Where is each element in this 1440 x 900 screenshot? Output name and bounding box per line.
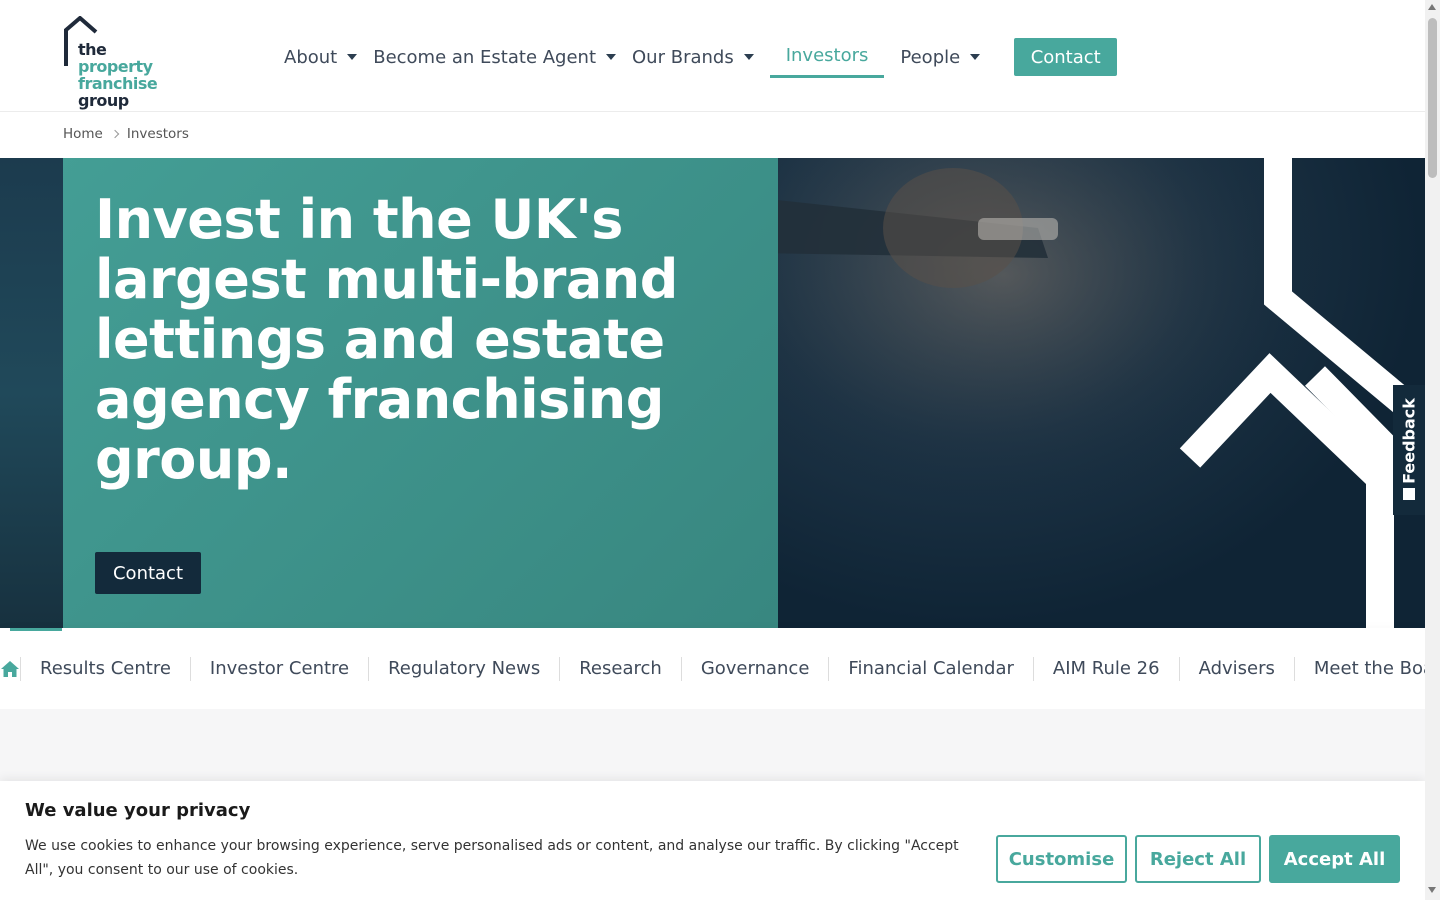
nav-item-become-an-estate-agent[interactable]: Become an Estate Agent bbox=[365, 36, 624, 78]
caret-down-icon bbox=[743, 54, 754, 60]
breadcrumb-home-link[interactable]: Home bbox=[63, 126, 103, 142]
scroll-down-arrow-icon[interactable] bbox=[1428, 887, 1436, 893]
home-icon bbox=[1, 660, 19, 677]
subnav-item-results-centre[interactable]: Results Centre bbox=[20, 656, 190, 681]
breadcrumb-current: Investors bbox=[126, 126, 189, 142]
subnav-home-link[interactable] bbox=[0, 628, 62, 709]
decorative-lines-graphic bbox=[1179, 158, 1425, 628]
nav-item-label: People bbox=[900, 46, 961, 68]
caret-down-icon bbox=[970, 54, 981, 60]
nav-item-investors[interactable]: Investors bbox=[769, 36, 885, 78]
hero-section: Invest in the UK's largest multi-brand l… bbox=[0, 158, 1425, 628]
nav-item-label: Become an Estate Agent bbox=[373, 46, 597, 68]
nav-item-label: Our Brands bbox=[632, 46, 734, 68]
feedback-label: Feedback bbox=[1399, 398, 1419, 484]
cookie-banner: We value your privacy We use cookies to … bbox=[0, 781, 1425, 900]
reject-all-button[interactable]: Reject All bbox=[1135, 835, 1261, 883]
logo-word-group: group bbox=[78, 91, 129, 110]
accept-all-button[interactable]: Accept All bbox=[1269, 835, 1400, 883]
subnav-item-regulatory-news[interactable]: Regulatory News bbox=[368, 656, 559, 681]
page-scrollbar[interactable] bbox=[1425, 0, 1440, 900]
chevron-right-icon bbox=[110, 129, 120, 139]
cookie-text: We use cookies to enhance your browsing … bbox=[25, 838, 959, 878]
nav-item-label: About bbox=[284, 46, 338, 68]
subnav-item-research[interactable]: Research bbox=[559, 656, 681, 681]
scrollbar-thumb[interactable] bbox=[1428, 18, 1437, 178]
caret-down-icon bbox=[347, 54, 358, 60]
nav-contact-button[interactable]: Contact bbox=[1014, 38, 1118, 76]
customise-button[interactable]: Customise bbox=[996, 835, 1127, 883]
hero-panel: Invest in the UK's largest multi-brand l… bbox=[63, 158, 778, 628]
hero-contact-button[interactable]: Contact bbox=[95, 552, 201, 594]
subnav-item-meet-the-board[interactable]: Meet the Board bbox=[1293, 656, 1440, 681]
subnav-item-investor-centre[interactable]: Investor Centre bbox=[189, 656, 368, 681]
subnav-item-aim-rule-26[interactable]: AIM Rule 26 bbox=[1032, 656, 1179, 681]
breadcrumb: Home Investors bbox=[63, 126, 189, 142]
nav-item-our-brands[interactable]: Our Brands bbox=[624, 36, 762, 78]
hero-background-image bbox=[0, 158, 63, 628]
investor-subnav: Results Centre Investor Centre Regulator… bbox=[0, 628, 1440, 709]
cookie-title: We value your privacy bbox=[25, 800, 251, 821]
hero-title: Invest in the UK's largest multi-brand l… bbox=[95, 188, 678, 491]
subnav-item-financial-calendar[interactable]: Financial Calendar bbox=[828, 656, 1032, 681]
scroll-up-arrow-icon[interactable] bbox=[1428, 4, 1436, 10]
site-logo[interactable]: the property franchise group bbox=[62, 16, 182, 109]
nav-item-people[interactable]: People bbox=[892, 36, 988, 78]
nav-item-about[interactable]: About bbox=[276, 36, 365, 78]
subnav-item-advisers[interactable]: Advisers bbox=[1178, 656, 1294, 681]
logo-text: the property franchise group bbox=[78, 41, 182, 109]
feedback-icon bbox=[1403, 488, 1415, 500]
logo-word-franchise: franchise bbox=[78, 74, 158, 93]
feedback-tab[interactable]: Feedback bbox=[1393, 385, 1425, 515]
caret-down-icon bbox=[606, 54, 617, 60]
site-header: the property franchise group About Becom… bbox=[0, 0, 1425, 112]
subnav-item-governance[interactable]: Governance bbox=[680, 656, 829, 681]
main-nav: About Become an Estate Agent Our Brands … bbox=[276, 36, 1118, 78]
nav-item-label: Investors bbox=[785, 45, 869, 66]
